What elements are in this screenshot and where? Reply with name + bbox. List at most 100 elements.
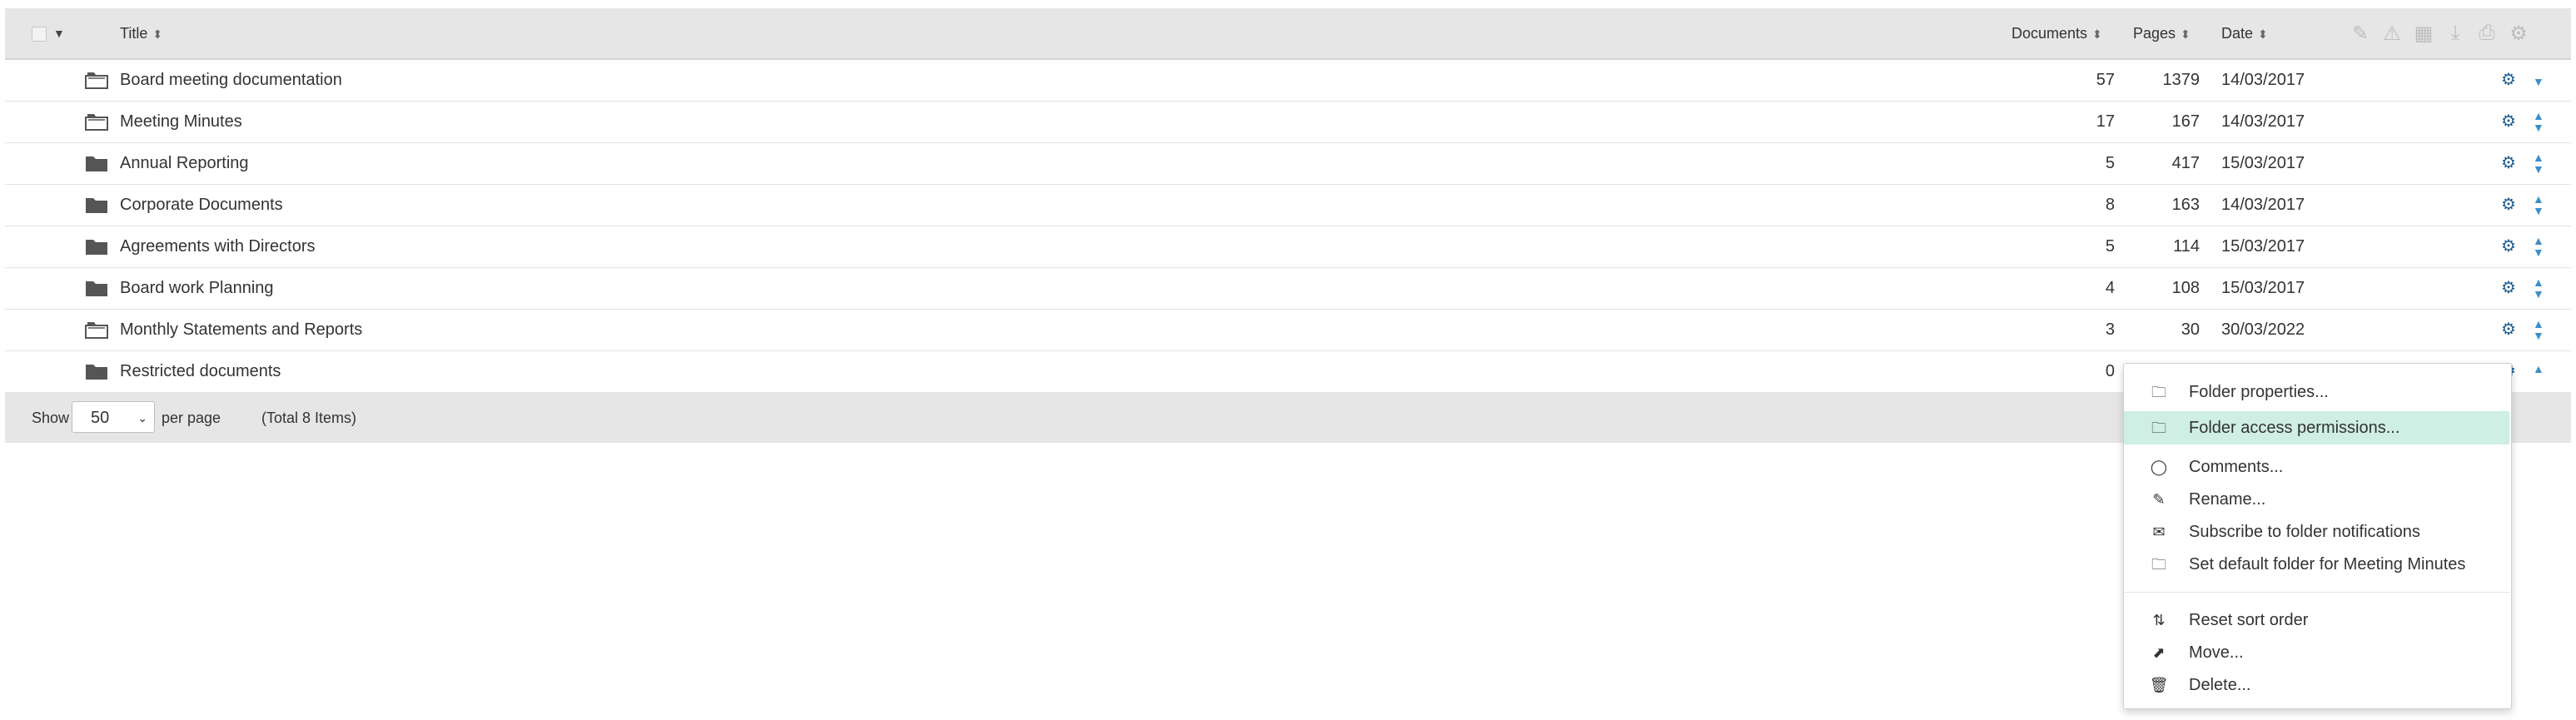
table-header: ▼ Title ⬍ Documents ⬍ Pages ⬍ Date ⬍ ✎ ⚠ ▦ ⤓… (5, 8, 2571, 60)
move-icon: ⬈ (2152, 644, 2166, 661)
comment-icon: ◯ (2150, 459, 2168, 475)
download-icon[interactable]: ⤓ (2443, 22, 2468, 45)
menu-item-label: Rename... (2189, 490, 2266, 509)
row-gear-icon[interactable]: ⚙ (2501, 226, 2516, 267)
folder-icon (86, 365, 107, 380)
sign-icon[interactable]: ⚠ (2380, 22, 2404, 46)
folder-outline-icon: 🗀 (2151, 384, 2166, 400)
menu-item-label: Delete... (2189, 676, 2251, 694)
select-dropdown-caret-icon[interactable]: ▼ (53, 8, 65, 58)
row-date: 15/03/2017 (2221, 154, 2305, 172)
row-title[interactable]: Board meeting documentation (120, 60, 342, 101)
sort-icon: ⬍ (2092, 27, 2102, 41)
table-row[interactable]: Meeting Minutes 17 167 14/03/2017 ⚙ ▲ ▼ (5, 102, 2571, 143)
table-row[interactable]: Corporate Documents 8 163 14/03/2017 ⚙ ▲… (5, 185, 2571, 226)
menu-item-label: Move... (2189, 643, 2244, 662)
sort-arrows-icon[interactable]: ▲ ▼ (2533, 110, 2544, 133)
select-all-checkbox[interactable] (32, 27, 47, 42)
collapse-arrow-icon[interactable]: ▲ (2533, 363, 2544, 375)
sort-arrows-icon[interactable]: ▲ ▼ (2533, 235, 2544, 258)
folder-context-menu: 🗀 Folder properties... 🗀 Folder access p… (2123, 363, 2512, 709)
row-gear-icon[interactable]: ⚙ (2501, 60, 2516, 101)
row-gear-icon[interactable]: ⚙ (2501, 268, 2516, 309)
folder-outline-icon: 🗀 (2151, 556, 2166, 573)
row-documents: 3 (2105, 320, 2115, 339)
menu-item-move[interactable]: ⬈ Move... (2124, 636, 2509, 669)
print-icon[interactable]: ⎙ (2474, 22, 2499, 45)
menu-item-comments[interactable]: ◯ Comments... (2124, 450, 2509, 484)
per-page-select[interactable]: 50 ⌄ (72, 401, 155, 433)
row-date: 15/03/2017 (2221, 237, 2305, 256)
sort-arrows-icon[interactable]: ▲ ▼ (2533, 151, 2544, 175)
table-row[interactable]: Board meeting documentation 57 1379 14/0… (5, 60, 2571, 102)
menu-item-folder-access-permissions[interactable]: 🗀 Folder access permissions... (2124, 411, 2509, 444)
date-header-label: Date (2221, 25, 2254, 42)
folder-icon (86, 156, 107, 171)
menu-divider (2124, 592, 2509, 593)
folder-icon (86, 198, 107, 213)
sort-icon: ⬍ (2181, 27, 2191, 41)
title-column-header[interactable]: Title ⬍ (120, 8, 162, 58)
row-title[interactable]: Corporate Documents (120, 185, 283, 226)
row-gear-icon[interactable]: ⚙ (2501, 310, 2516, 350)
table-row[interactable]: Agreements with Directors 5 114 15/03/20… (5, 226, 2571, 268)
row-documents: 57 (2096, 71, 2115, 89)
sort-arrows-icon[interactable]: ▲ ▼ (2533, 193, 2544, 216)
row-date: 14/03/2017 (2221, 112, 2305, 131)
per-page-value: 50 (91, 409, 110, 427)
menu-item-rename[interactable]: ✎ Rename... (2124, 483, 2509, 516)
pages-column-header[interactable]: Pages ⬍ (2133, 8, 2191, 58)
title-header-label: Title (120, 25, 148, 42)
row-gear-icon[interactable]: ⚙ (2501, 102, 2516, 142)
expand-arrow-icon[interactable]: ▼ (2533, 76, 2544, 87)
table-row[interactable]: Monthly Statements and Reports 3 30 30/0… (5, 310, 2571, 351)
edit-icon: ✎ (2152, 491, 2166, 508)
documents-header-label: Documents (2012, 25, 2088, 42)
sort-icon: ⬍ (152, 27, 163, 41)
row-gear-icon[interactable]: ⚙ (2501, 185, 2516, 226)
row-date: 15/03/2017 (2221, 279, 2305, 297)
calendar-icon[interactable]: ▦ (2411, 22, 2436, 46)
row-gear-icon[interactable]: ⚙ (2501, 143, 2516, 184)
trash-icon: 🗑 (2149, 677, 2169, 693)
folder-icon (86, 240, 107, 255)
row-documents: 8 (2105, 196, 2115, 214)
envelope-icon: ✉ (2152, 524, 2166, 540)
menu-item-delete[interactable]: 🗑 Delete... (2124, 668, 2509, 702)
folder-permissions-icon: 🗀 (2151, 420, 2166, 436)
table-row[interactable]: Board work Planning 4 108 15/03/2017 ⚙ ▲… (5, 268, 2571, 310)
sort-icon: ⬍ (2258, 27, 2268, 41)
menu-item-subscribe-notifications[interactable]: ✉ Subscribe to folder notifications (2124, 515, 2509, 549)
row-title[interactable]: Monthly Statements and Reports (120, 310, 362, 350)
chevron-down-icon: ⌄ (137, 411, 147, 425)
row-pages: 108 (2171, 279, 2200, 297)
table-row[interactable]: Annual Reporting 5 417 15/03/2017 ⚙ ▲ ▼ (5, 143, 2571, 185)
folder-icon (86, 281, 107, 296)
row-title[interactable]: Board work Planning (120, 268, 274, 309)
date-column-header[interactable]: Date ⬍ (2221, 8, 2268, 58)
menu-item-label: Folder access permissions... (2189, 419, 2400, 437)
menu-item-set-default-folder[interactable]: 🗀 Set default folder for Meeting Minutes (2124, 548, 2509, 581)
row-documents: 4 (2105, 279, 2115, 297)
row-date: 14/03/2017 (2221, 196, 2305, 214)
pages-header-label: Pages (2133, 25, 2176, 42)
pencil-icon[interactable]: ✎ (2348, 22, 2373, 46)
menu-item-label: Set default folder for Meeting Minutes (2189, 555, 2466, 574)
documents-column-header[interactable]: Documents ⬍ (2012, 8, 2102, 58)
sort-arrows-icon[interactable]: ▲ ▼ (2533, 318, 2544, 341)
menu-item-label: Comments... (2189, 458, 2284, 476)
menu-item-reset-sort-order[interactable]: ⇅ Reset sort order (2124, 603, 2509, 637)
row-pages: 30 (2181, 320, 2200, 339)
folder-stack-icon (85, 114, 108, 131)
gear-icon[interactable]: ⚙ (2506, 22, 2531, 46)
folder-stack-icon (85, 72, 108, 89)
row-title[interactable]: Agreements with Directors (120, 226, 316, 267)
row-title[interactable]: Annual Reporting (120, 143, 249, 184)
sort-arrows-icon[interactable]: ▲ ▼ (2533, 276, 2544, 300)
row-title[interactable]: Restricted documents (120, 351, 281, 392)
menu-item-folder-properties[interactable]: 🗀 Folder properties... (2124, 375, 2509, 409)
row-title[interactable]: Meeting Minutes (120, 102, 242, 142)
row-pages: 1379 (2162, 71, 2201, 89)
row-pages: 417 (2171, 154, 2200, 172)
menu-item-label: Subscribe to folder notifications (2189, 523, 2420, 541)
